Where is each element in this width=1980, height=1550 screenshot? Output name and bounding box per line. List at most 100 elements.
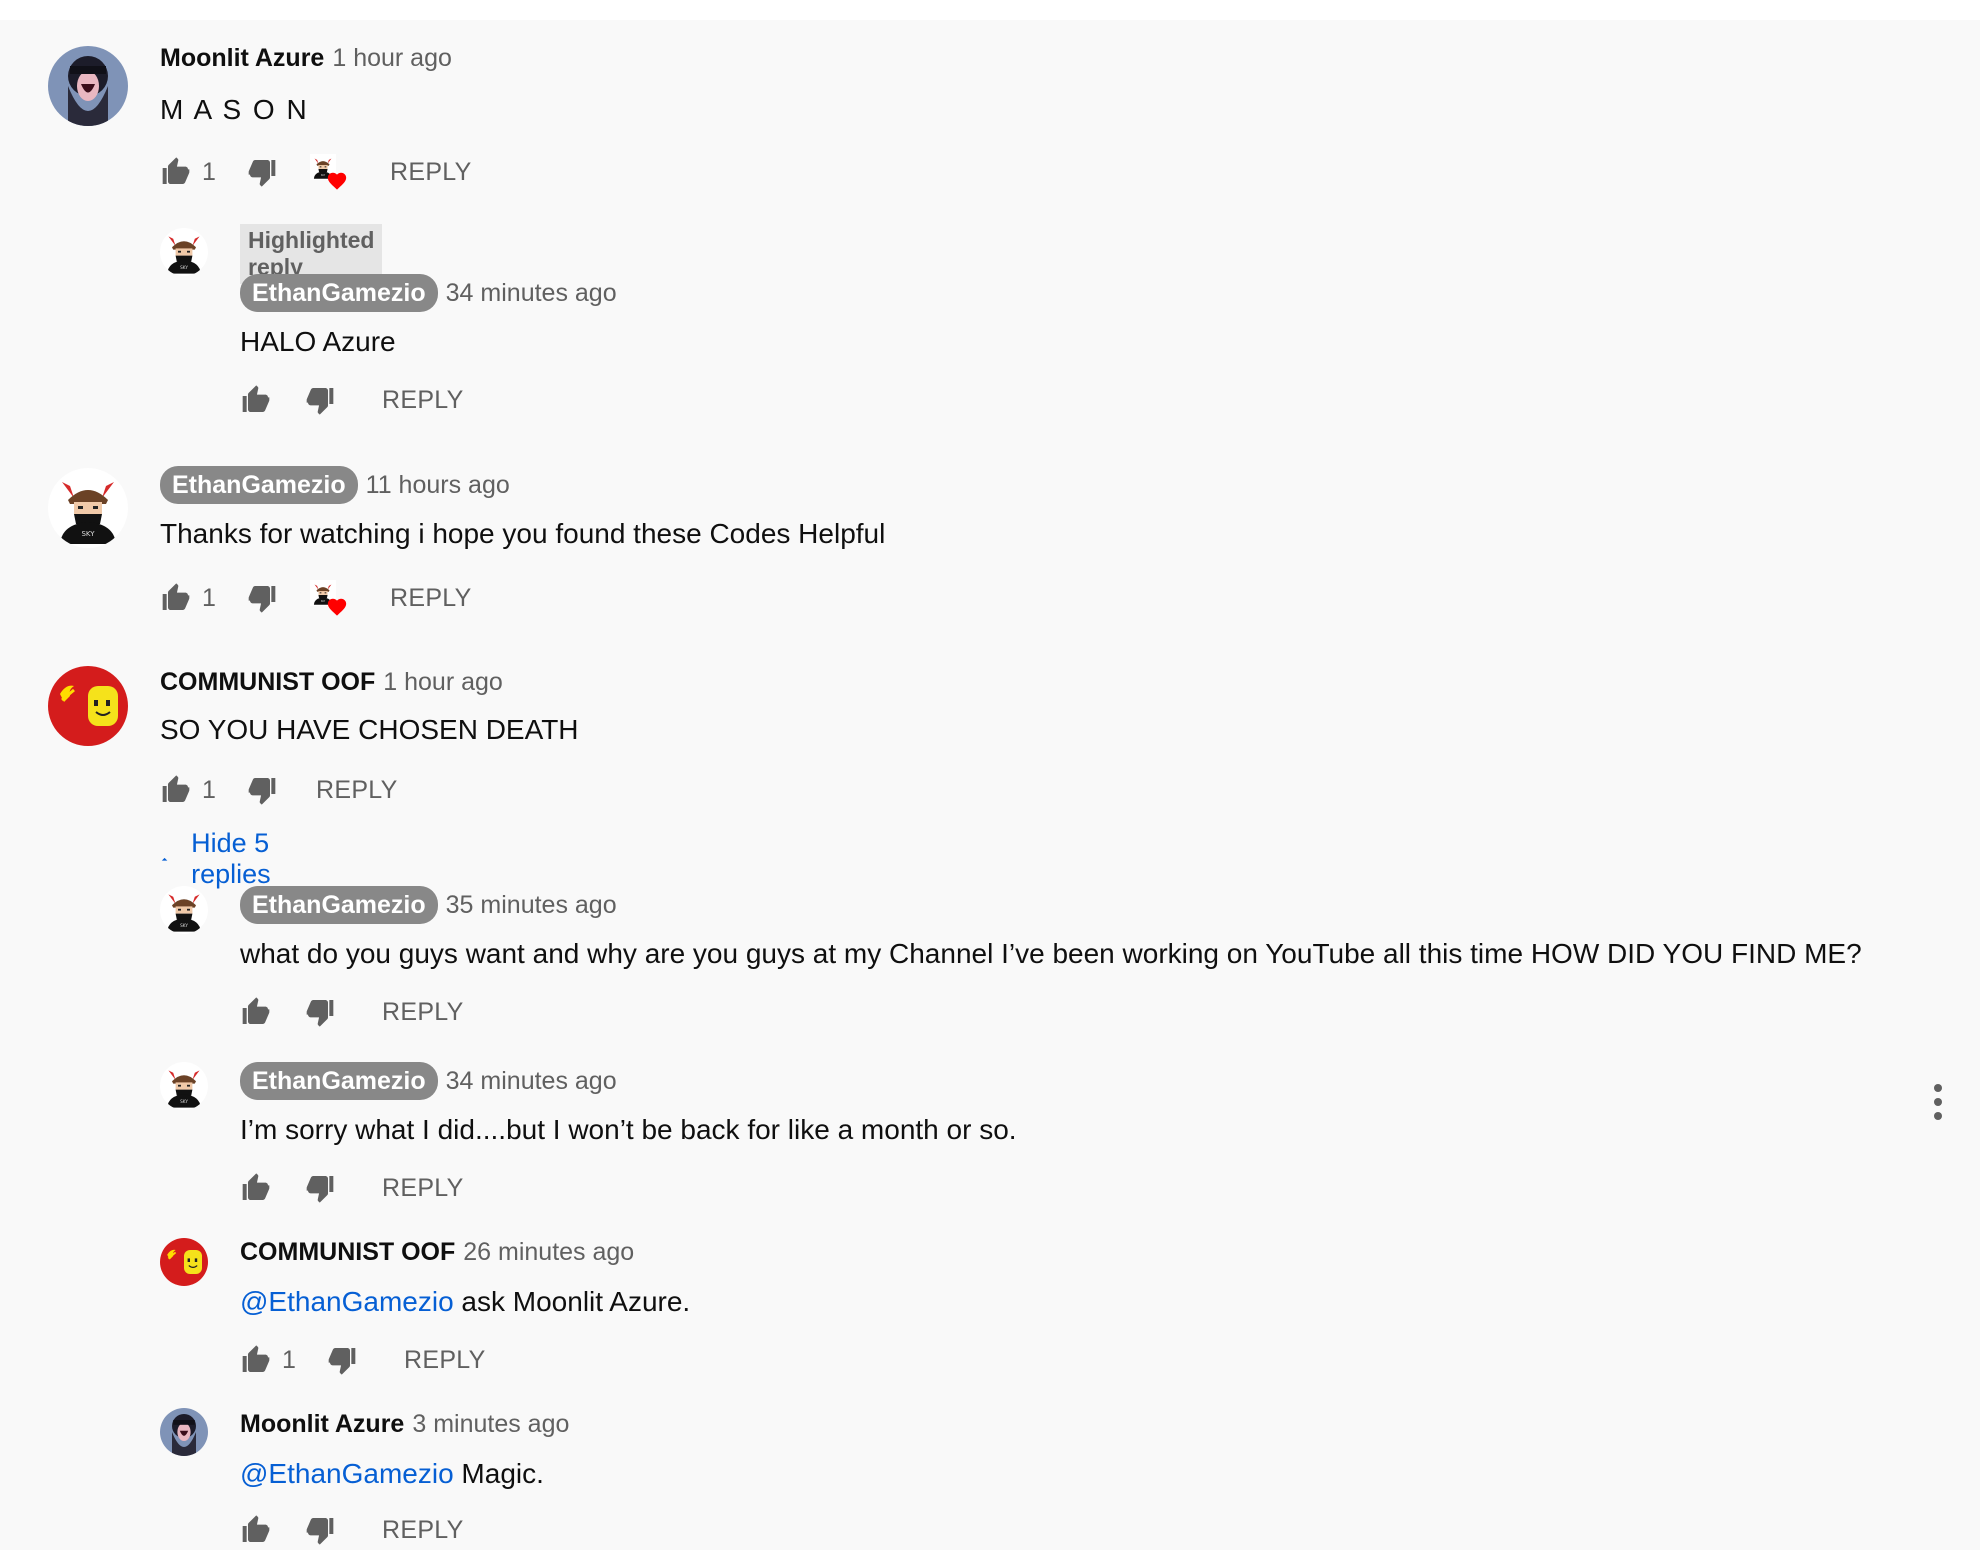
thumbs-up-icon	[160, 156, 192, 188]
like-count: 1	[282, 1345, 296, 1374]
dislike-button[interactable]	[244, 772, 280, 808]
dislike-button[interactable]	[244, 580, 280, 616]
action-toolbar: 1 REPLY	[158, 770, 398, 810]
more-actions-button[interactable]	[1926, 1082, 1950, 1127]
reply-text: I’m sorry what I did....but I won’t be b…	[240, 1114, 1017, 1145]
hide-replies-button[interactable]: Hide 5 replies	[158, 828, 282, 890]
timestamp[interactable]: 35 minutes ago	[446, 891, 617, 920]
avatar[interactable]	[160, 1062, 208, 1110]
comment-text: Thanks for watching i hope you found the…	[160, 518, 886, 549]
action-toolbar: 1 REPLY	[158, 578, 472, 618]
comment-text: M A S O N	[160, 94, 309, 125]
reply-text: @EthanGamezio ask Moonlit Azure.	[240, 1286, 690, 1318]
avatar[interactable]	[48, 666, 128, 746]
reply-text: HALO Azure	[240, 326, 396, 357]
timestamp[interactable]: 1 hour ago	[383, 668, 503, 697]
dislike-button[interactable]	[302, 1170, 338, 1206]
author-name[interactable]: Moonlit Azure	[160, 44, 324, 73]
creator-heart[interactable]	[310, 152, 350, 192]
reply-header: EthanGamezio 35 minutes ago	[240, 886, 617, 924]
reply-button[interactable]: REPLY	[316, 776, 398, 805]
moonlit-avatar-icon	[160, 1408, 208, 1456]
thumbs-up-icon	[240, 1172, 272, 1204]
reply-button[interactable]: REPLY	[390, 584, 472, 613]
thumbs-down-icon	[246, 582, 278, 614]
thumbs-up-icon	[240, 1514, 272, 1546]
reply-header: EthanGamezio 34 minutes ago	[240, 1062, 617, 1100]
like-count: 1	[202, 583, 216, 612]
avatar[interactable]	[160, 228, 208, 276]
like-button[interactable]	[158, 580, 194, 616]
reply-header: COMMUNIST OOF 26 minutes ago	[240, 1238, 634, 1267]
dislike-button[interactable]	[302, 994, 338, 1030]
reply-text: @EthanGamezio Magic.	[240, 1458, 544, 1490]
dislike-button[interactable]	[302, 382, 338, 418]
hide-replies-label: Hide 5 replies	[191, 828, 271, 889]
reply-button[interactable]: REPLY	[382, 386, 464, 415]
like-button[interactable]	[238, 1170, 274, 1206]
dislike-button[interactable]	[302, 1512, 338, 1548]
author-name[interactable]: EthanGamezio	[240, 1062, 438, 1100]
author-name[interactable]: COMMUNIST OOF	[240, 1238, 455, 1267]
chevron-up-icon	[161, 857, 168, 861]
thumbs-down-icon	[326, 1344, 358, 1376]
like-button[interactable]	[238, 994, 274, 1030]
like-button[interactable]	[238, 1512, 274, 1548]
avatar[interactable]	[160, 886, 208, 934]
action-toolbar: 1 REPLY	[158, 152, 472, 192]
thumbs-down-icon	[246, 156, 278, 188]
thumbs-down-icon	[304, 996, 336, 1028]
timestamp[interactable]: 3 minutes ago	[412, 1410, 569, 1439]
reply-button[interactable]: REPLY	[404, 1346, 486, 1375]
heart-icon	[326, 170, 348, 192]
reply-header: EthanGamezio 34 minutes ago	[240, 274, 617, 312]
mention-link[interactable]: @EthanGamezio	[240, 1286, 454, 1317]
ethan-avatar-icon	[160, 886, 208, 934]
like-button[interactable]	[158, 772, 194, 808]
thumbs-down-icon	[304, 1514, 336, 1546]
reply-button[interactable]: REPLY	[382, 998, 464, 1027]
author-name[interactable]: EthanGamezio	[240, 886, 438, 924]
comment-header: Moonlit Azure 1 hour ago	[160, 44, 452, 73]
oof-avatar-icon	[160, 1238, 208, 1286]
dislike-button[interactable]	[324, 1342, 360, 1378]
avatar[interactable]	[48, 468, 128, 548]
thumbs-up-icon	[240, 1344, 272, 1376]
avatar[interactable]	[160, 1408, 208, 1456]
oof-avatar-icon	[48, 666, 128, 746]
avatar[interactable]	[160, 1238, 208, 1286]
timestamp[interactable]: 26 minutes ago	[463, 1238, 634, 1267]
action-toolbar: 1 REPLY	[238, 1340, 486, 1380]
thumbs-down-icon	[246, 774, 278, 806]
reply-button[interactable]: REPLY	[382, 1174, 464, 1203]
dislike-button[interactable]	[244, 154, 280, 190]
like-count: 1	[202, 775, 216, 804]
ethan-avatar-icon	[160, 1062, 208, 1110]
mention-link[interactable]: @EthanGamezio	[240, 1458, 454, 1489]
author-name[interactable]: Moonlit Azure	[240, 1410, 404, 1439]
author-name[interactable]: EthanGamezio	[160, 466, 358, 504]
like-button[interactable]	[238, 382, 274, 418]
creator-heart[interactable]	[310, 578, 350, 618]
comment-text: SO YOU HAVE CHOSEN DEATH	[160, 714, 579, 745]
reply-body: Magic.	[453, 1458, 544, 1489]
ethan-avatar-icon	[48, 468, 128, 548]
action-toolbar: REPLY	[238, 1168, 464, 1208]
thumbs-up-icon	[160, 582, 192, 614]
reply-button[interactable]: REPLY	[390, 158, 472, 187]
like-button[interactable]	[238, 1342, 274, 1378]
reply-button[interactable]: REPLY	[382, 1516, 464, 1545]
like-count: 1	[202, 157, 216, 186]
action-toolbar: REPLY	[238, 992, 464, 1032]
thumbs-up-icon	[160, 774, 192, 806]
moonlit-avatar-icon	[48, 46, 128, 126]
author-name[interactable]: COMMUNIST OOF	[160, 668, 375, 697]
timestamp[interactable]: 34 minutes ago	[446, 1067, 617, 1096]
avatar[interactable]	[48, 46, 128, 126]
timestamp[interactable]: 34 minutes ago	[446, 279, 617, 308]
author-name[interactable]: EthanGamezio	[240, 274, 438, 312]
timestamp[interactable]: 11 hours ago	[366, 471, 510, 500]
more-vertical-icon	[1934, 1084, 1942, 1120]
timestamp[interactable]: 1 hour ago	[332, 44, 452, 73]
like-button[interactable]	[158, 154, 194, 190]
